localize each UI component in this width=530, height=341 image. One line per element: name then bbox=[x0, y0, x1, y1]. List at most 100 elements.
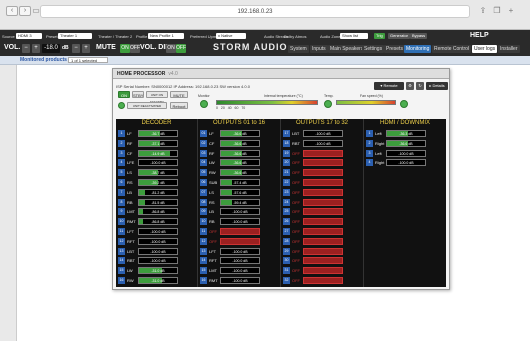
channel-row: 6 RS -39.2 dB bbox=[116, 178, 197, 187]
channel-number: 24 bbox=[283, 198, 290, 206]
channel-row: 07 LS -57.6 dB bbox=[198, 188, 280, 197]
channel-number: 9 bbox=[118, 208, 125, 216]
voldim-off-toggle[interactable]: OFF bbox=[176, 44, 186, 53]
channel-number: 6 bbox=[118, 179, 125, 186]
outputs-1-16-column: OUTPUTS 01 to 16 01 LF -36.6 dB 02 CF -36.6 d… bbox=[198, 119, 281, 287]
status-row: Source HDMI 3 Preset Theater 1 Theater /… bbox=[2, 32, 528, 41]
tabs-icon[interactable]: ❐ bbox=[492, 6, 502, 16]
channel-number: 11 bbox=[118, 228, 125, 235]
level-value: -100.0 dB bbox=[232, 259, 248, 264]
tab-settings[interactable]: Settings bbox=[362, 45, 385, 53]
vol-down-button-2[interactable]: − bbox=[72, 44, 80, 53]
level-value: -100.0 dB bbox=[232, 269, 248, 274]
channel-number: 32 bbox=[283, 277, 290, 284]
channel-name: RS bbox=[209, 199, 215, 205]
tab-remote-control[interactable]: Remote Control bbox=[432, 45, 472, 53]
channel-row: 2 RF -37.1 dB bbox=[116, 139, 197, 148]
level-meter: -37.1 dB bbox=[138, 139, 178, 147]
tab-presets[interactable]: Presets bbox=[384, 45, 405, 53]
level-meter: -38.7 dB bbox=[138, 169, 178, 177]
channel-number: 23 bbox=[283, 188, 290, 196]
vol-up-button-2[interactable]: + bbox=[82, 44, 90, 53]
audio-zones-select[interactable]: Show list bbox=[340, 33, 368, 39]
temp-scale: 0 20 40 60 70 bbox=[216, 106, 246, 110]
share-icon[interactable]: ⇪ bbox=[478, 6, 488, 16]
vol-down-button[interactable]: − bbox=[22, 44, 30, 53]
tab-inputs[interactable]: Inputs bbox=[310, 45, 328, 53]
preset-label: Preset bbox=[46, 34, 58, 39]
installer-button[interactable]: Installer bbox=[498, 45, 520, 53]
channel-name: RW bbox=[127, 278, 134, 283]
monitor-status-icon bbox=[200, 100, 208, 108]
channel-row: 12 RFT -100.0 dB bbox=[116, 237, 197, 246]
unit-on-standby-button[interactable]: UNIT ON STANDBY bbox=[146, 91, 168, 104]
stby-button[interactable]: STBY bbox=[132, 91, 144, 98]
vol-up-button[interactable]: + bbox=[32, 44, 40, 53]
channel-row: 8 RB -81.5 dB bbox=[116, 198, 197, 207]
tab-monitoring[interactable]: Monitoring bbox=[404, 45, 432, 53]
channel-number: 15 bbox=[200, 267, 207, 275]
fan-meter bbox=[336, 100, 396, 105]
channel-name: LBT bbox=[127, 248, 135, 254]
channel-row: 31 OFF bbox=[281, 266, 363, 275]
channel-number: 3 bbox=[366, 149, 373, 157]
level-meter bbox=[303, 237, 343, 245]
channel-row: 16 RMT -100.0 dB bbox=[198, 276, 280, 285]
channel-number: 05 bbox=[200, 169, 207, 177]
channel-name: OFF bbox=[292, 248, 300, 254]
channel-name: OFF bbox=[292, 209, 300, 215]
bypass-badge[interactable]: Bypass bbox=[410, 33, 428, 39]
home-processor-panel: HOME PROCESSOR v4.0 ISP Serial Number: SN… bbox=[112, 68, 450, 290]
profile-select[interactable]: New Profile 1 bbox=[148, 33, 184, 39]
channel-row: 29 OFF bbox=[281, 247, 363, 256]
channel-number: 18 bbox=[283, 139, 290, 147]
channel-row: 19 OFF bbox=[281, 149, 363, 158]
generator-badge[interactable]: Generator bbox=[388, 33, 411, 39]
help-link[interactable]: HELP bbox=[470, 32, 489, 39]
channel-row: 04 LW -36.6 dB bbox=[198, 158, 280, 167]
level-meter: -100.0 dB bbox=[220, 267, 260, 275]
upmix-select[interactable]: x Native bbox=[216, 33, 246, 39]
user-logs-button[interactable]: User logs bbox=[472, 45, 498, 53]
trig-badge[interactable]: Trig bbox=[374, 33, 385, 39]
on-button[interactable]: ON bbox=[118, 91, 130, 98]
channel-row: 13 LFT -100.0 dB bbox=[198, 247, 280, 256]
add-tab-icon[interactable]: + bbox=[506, 6, 516, 16]
level-meter: -36.6 dB bbox=[220, 139, 260, 147]
channel-row: 09 LB -100.0 dB bbox=[198, 207, 280, 216]
channel-name: RS bbox=[127, 180, 133, 185]
browser-toolbar: ‹ › ▭ 192.168.0.23 ⇪ ❐ + bbox=[0, 0, 530, 30]
panel-title-text: HOME PROCESSOR bbox=[117, 71, 166, 77]
back-icon[interactable]: ‹ bbox=[6, 6, 18, 16]
channel-row: 17 LBT -100.0 dB bbox=[281, 129, 363, 138]
reboot-button[interactable]: Reboot bbox=[170, 102, 188, 109]
level-meter: -57.4 dB bbox=[220, 179, 260, 186]
forward-icon[interactable]: › bbox=[19, 6, 31, 16]
voldim-on-toggle[interactable]: ON bbox=[166, 44, 176, 53]
product-selector[interactable]: 1 of 1 selected bbox=[68, 57, 108, 63]
remote-select[interactable]: ▾ Remote bbox=[374, 82, 404, 90]
level-meter: -81.2 dB bbox=[138, 188, 178, 196]
mute-on-toggle[interactable]: ON bbox=[120, 44, 130, 53]
mute-button[interactable]: MUTE bbox=[170, 91, 188, 98]
refresh-icon[interactable]: ↻ bbox=[416, 82, 424, 90]
address-bar[interactable]: 192.168.0.23 bbox=[40, 5, 470, 18]
tab-main-speakers[interactable]: Main Speakers bbox=[328, 45, 366, 53]
preset-select[interactable]: Theater 1 bbox=[58, 33, 92, 39]
channel-row: 4 Right -100.0 dB bbox=[364, 158, 446, 167]
mute-off-toggle[interactable]: OFF bbox=[130, 44, 140, 53]
panel-version: v4.0 bbox=[168, 71, 178, 77]
channel-name: SUB bbox=[209, 180, 218, 185]
details-button[interactable]: ▸ Details bbox=[426, 82, 448, 90]
channel-name: LFT bbox=[209, 248, 217, 254]
level-value: -36.6 dB bbox=[399, 141, 413, 146]
channel-name: LMT bbox=[127, 209, 135, 215]
level-value: -86.8 dB bbox=[151, 220, 165, 225]
unit-deactivated-button[interactable]: UNIT DEACTIVATED bbox=[127, 102, 167, 109]
tab-system[interactable]: System bbox=[288, 45, 309, 53]
level-value: -100.0 dB bbox=[232, 210, 248, 215]
source-select[interactable]: HDMI 3 bbox=[16, 33, 42, 39]
gear-icon[interactable]: ⚙ bbox=[406, 82, 414, 90]
channel-row: 9 LMT -86.8 dB bbox=[116, 207, 197, 216]
channel-row: 18 RBT -100.0 dB bbox=[281, 139, 363, 148]
